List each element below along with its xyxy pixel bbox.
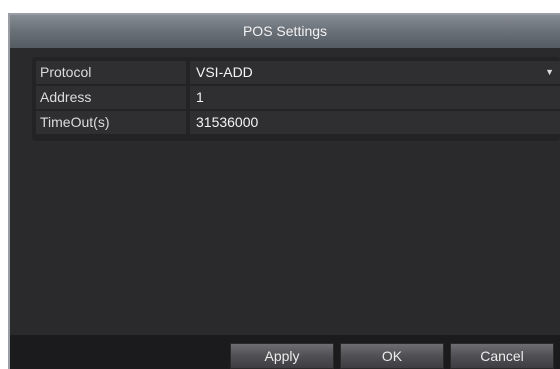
ok-button[interactable]: OK [340, 343, 444, 369]
timeout-field[interactable]: 31536000 [190, 111, 560, 134]
apply-button[interactable]: Apply [230, 343, 334, 369]
protocol-select[interactable]: VSI-ADD ▼ [190, 61, 560, 84]
dialog-title: POS Settings [10, 15, 560, 48]
chevron-down-icon[interactable]: ▼ [545, 61, 554, 84]
address-field[interactable]: 1 [190, 86, 560, 109]
protocol-label: Protocol [36, 61, 186, 84]
timeout-label: TimeOut(s) [36, 111, 186, 134]
protocol-value: VSI-ADD [196, 64, 253, 80]
dialog-footer: Apply OK Cancel [10, 335, 560, 369]
settings-panel: Protocol VSI-ADD ▼ Address 1 TimeOut(s) … [32, 57, 560, 141]
pos-settings-dialog: POS Settings Protocol VSI-ADD ▼ Address … [8, 13, 560, 369]
protocol-row: Protocol VSI-ADD ▼ [32, 61, 560, 84]
cancel-button[interactable]: Cancel [450, 343, 554, 369]
address-label: Address [36, 86, 186, 109]
address-row: Address 1 [32, 86, 560, 109]
timeout-row: TimeOut(s) 31536000 [32, 111, 560, 134]
